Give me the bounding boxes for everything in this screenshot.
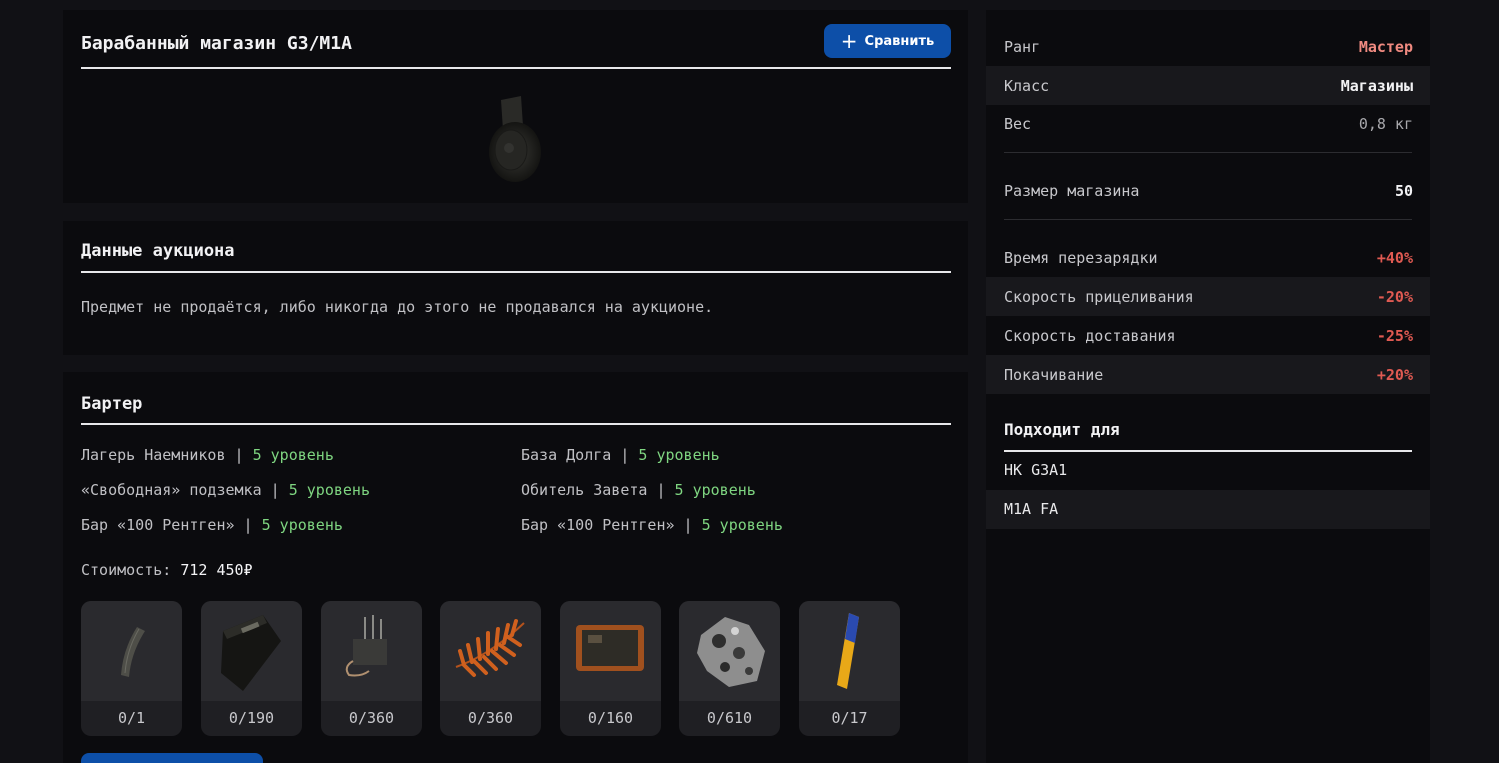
stat-rank: Ранг Мастер bbox=[986, 27, 1430, 66]
barter-action-button[interactable] bbox=[81, 753, 263, 763]
divider bbox=[1004, 219, 1412, 220]
item-title-panel: Барабанный магазин G3/M1A + Сравнить bbox=[63, 10, 968, 203]
barter-location: Бар «100 Рентген» | 5 уровень bbox=[521, 516, 783, 534]
ingredient-qty: 0/610 bbox=[706, 709, 753, 727]
location-level: 5 уровень bbox=[701, 516, 783, 534]
ingredient-qty: 0/360 bbox=[467, 709, 514, 727]
plus-icon: + bbox=[840, 29, 858, 53]
fits-title: Подходит для bbox=[1004, 420, 1412, 452]
location-name: Бар «100 Рентген» bbox=[81, 516, 235, 534]
auction-message: Предмет не продаётся, либо никогда до эт… bbox=[81, 298, 714, 316]
stat-label: Ранг bbox=[1004, 37, 1041, 56]
stat-value: 0,8 кг bbox=[1358, 114, 1413, 133]
location-separator: | bbox=[647, 481, 675, 499]
location-name: Обитель Завета bbox=[521, 481, 648, 499]
stat-reload: Время перезарядки +40% bbox=[986, 238, 1430, 277]
tablet-icon bbox=[576, 625, 644, 671]
drum-magazine-icon bbox=[489, 96, 541, 182]
stat-value: 50 bbox=[1394, 181, 1413, 200]
stats-panel: Ранг Мастер Класс Магазины Вес 0,8 кг Ра… bbox=[986, 10, 1430, 763]
location-name: «Свободная» подземка bbox=[81, 481, 262, 499]
barter-location: База Долга | 5 уровень bbox=[521, 446, 720, 464]
magazine-icon bbox=[121, 627, 145, 677]
stat-label: Время перезарядки bbox=[1004, 248, 1158, 267]
barter-location: Лагерь Наемников | 5 уровень bbox=[81, 446, 334, 464]
stat-class: Класс Магазины bbox=[986, 66, 1430, 105]
barter-location: «Свободная» подземка | 5 уровень bbox=[81, 481, 370, 499]
compare-button-label: Сравнить bbox=[864, 33, 935, 49]
auction-panel: Данные аукциона Предмет не продаётся, ли… bbox=[63, 221, 968, 355]
location-name: База Долга bbox=[521, 446, 612, 464]
electronics-icon bbox=[345, 615, 387, 677]
stat-draw: Скорость доставания -25% bbox=[986, 316, 1430, 355]
barter-title: Бартер bbox=[81, 394, 951, 425]
location-separator: | bbox=[225, 446, 253, 464]
ingredient-card[interactable]: 0/1 bbox=[81, 601, 182, 736]
location-level: 5 уровень bbox=[638, 446, 720, 464]
ingredient-card[interactable]: 0/610 bbox=[679, 601, 780, 736]
ingredient-qty: 0/17 bbox=[831, 709, 868, 727]
stat-value: Мастер bbox=[1358, 37, 1413, 56]
stat-label: Класс bbox=[1004, 76, 1050, 95]
location-separator: | bbox=[261, 481, 289, 499]
ingredient-card[interactable]: 0/160 bbox=[560, 601, 661, 736]
stat-label: Скорость прицеливания bbox=[1004, 287, 1194, 306]
fits-item[interactable]: HK G3A1 bbox=[986, 451, 1430, 490]
stat-value: Магазины bbox=[1340, 76, 1413, 95]
stat-value: -25% bbox=[1376, 326, 1413, 345]
location-separator: | bbox=[674, 516, 702, 534]
stat-ads: Скорость прицеливания -20% bbox=[986, 277, 1430, 316]
stat-label: Вес bbox=[1004, 114, 1032, 133]
barter-location: Обитель Завета | 5 уровень bbox=[521, 481, 756, 499]
location-name: Лагерь Наемников bbox=[81, 446, 226, 464]
ingredient-qty: 0/160 bbox=[587, 709, 634, 727]
cost-value: 712 450₽ bbox=[180, 561, 253, 579]
barter-location: Бар «100 Рентген» | 5 уровень bbox=[81, 516, 343, 534]
fits-item[interactable]: M1A FA bbox=[986, 490, 1430, 529]
stat-weight: Вес 0,8 кг bbox=[986, 104, 1430, 143]
barter-panel: Бартер Лагерь Наемников | 5 уровень База… bbox=[63, 372, 968, 763]
compare-button[interactable]: + Сравнить bbox=[824, 24, 951, 58]
fern-icon bbox=[455, 619, 525, 677]
divider bbox=[1004, 152, 1412, 153]
barter-cost: Стоимость: 712 450₽ bbox=[81, 561, 253, 579]
ingredient-card[interactable]: 0/190 bbox=[201, 601, 302, 736]
vial-icon bbox=[837, 613, 859, 689]
ingredient-card[interactable]: 0/360 bbox=[440, 601, 541, 736]
ingredient-qty: 0/360 bbox=[348, 709, 395, 727]
stat-sway: Покачивание +20% bbox=[986, 355, 1430, 394]
page-title: Барабанный магазин G3/M1A bbox=[81, 26, 951, 69]
ammo-box-icon bbox=[221, 615, 281, 691]
ingredient-card[interactable]: 0/17 bbox=[799, 601, 900, 736]
location-separator: | bbox=[234, 516, 262, 534]
cost-label: Стоимость: bbox=[81, 561, 172, 579]
stat-label: Размер магазина bbox=[1004, 181, 1140, 200]
stat-value: +20% bbox=[1376, 365, 1413, 384]
stat-value: -20% bbox=[1376, 287, 1413, 306]
stat-label: Скорость доставания bbox=[1004, 326, 1176, 345]
ore-icon bbox=[697, 617, 765, 687]
stat-label: Покачивание bbox=[1004, 365, 1104, 384]
stat-mag-size: Размер магазина 50 bbox=[986, 171, 1430, 210]
stat-value: +40% bbox=[1376, 248, 1413, 267]
ingredient-card[interactable]: 0/360 bbox=[321, 601, 422, 736]
location-separator: | bbox=[611, 446, 639, 464]
location-level: 5 уровень bbox=[674, 481, 756, 499]
ingredient-qty: 0/1 bbox=[117, 709, 146, 727]
ingredient-qty: 0/190 bbox=[228, 709, 275, 727]
auction-title: Данные аукциона bbox=[81, 241, 951, 273]
location-name: Бар «100 Рентген» bbox=[521, 516, 675, 534]
location-level: 5 уровень bbox=[261, 516, 343, 534]
location-level: 5 уровень bbox=[288, 481, 370, 499]
location-level: 5 уровень bbox=[252, 446, 334, 464]
